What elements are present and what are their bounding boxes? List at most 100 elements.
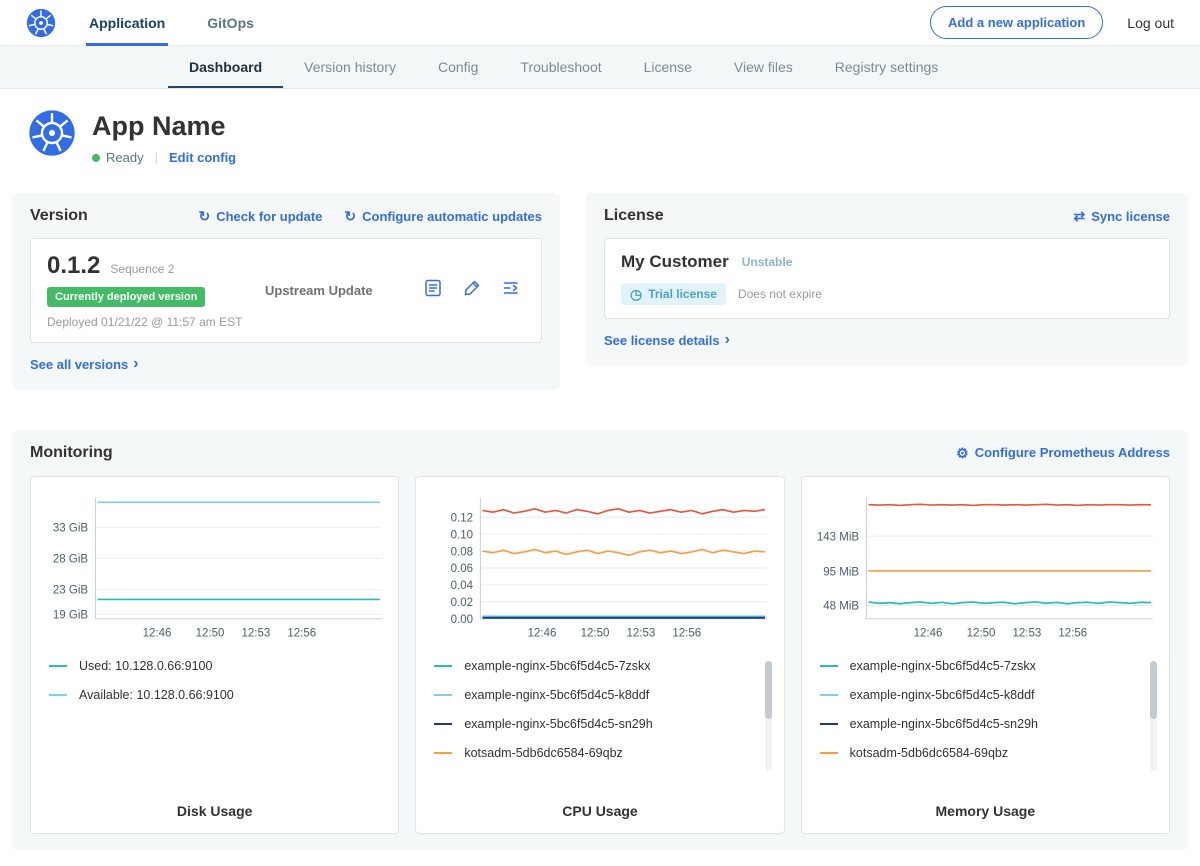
deployed-timestamp: Deployed 01/21/22 @ 11:57 am EST: [47, 315, 265, 329]
chart-plot: 0.120.100.080.060.040.020.0012:4612:5012…: [426, 489, 773, 646]
legend-scrollbar[interactable]: [765, 661, 772, 771]
disk-usage-legend: Used: 10.128.0.66:9100Available: 10.128.…: [49, 659, 386, 793]
monitoring-panel: Monitoring ⚙ Configure Prometheus Addres…: [12, 430, 1188, 851]
app-sub-nav: Dashboard Version history Config Trouble…: [0, 46, 1200, 89]
legend-label: kotsadm-5db6dc6584-69qbz: [464, 746, 622, 760]
view-diff-icon[interactable]: [501, 278, 521, 303]
see-all-versions-link[interactable]: See all versions ›: [30, 356, 139, 372]
svg-text:12:53: 12:53: [1012, 627, 1041, 639]
legend-item: Available: 10.128.0.66:9100: [49, 688, 370, 702]
svg-text:12:50: 12:50: [966, 627, 995, 639]
chevron-right-icon: ›: [133, 356, 138, 372]
configure-automatic-updates-label: Configure automatic updates: [362, 209, 542, 224]
svg-text:12:56: 12:56: [287, 627, 316, 639]
svg-text:12:53: 12:53: [242, 627, 271, 639]
legend-swatch: [434, 694, 452, 696]
legend-swatch: [434, 723, 452, 725]
disk-usage-chart-card: 33 GiB28 GiB23 GiB19 GiB12:4612:5012:531…: [30, 476, 399, 835]
legend-label: example-nginx-5bc6f5d4c5-k8ddf: [850, 688, 1035, 702]
chart-plot: 143 MiB95 MiB48 MiB12:4612:5012:5312:56: [812, 489, 1159, 646]
subnav-license[interactable]: License: [623, 46, 713, 88]
logout-link[interactable]: Log out: [1127, 15, 1174, 31]
legend-scrollbar-thumb[interactable]: [765, 661, 772, 719]
cpu-usage-legend[interactable]: example-nginx-5bc6f5d4c5-7zskx example-ng…: [434, 659, 771, 793]
svg-text:0.02: 0.02: [451, 596, 473, 608]
edit-config-link[interactable]: Edit config: [169, 150, 236, 165]
license-card-title: License: [604, 207, 664, 225]
chevron-right-icon: ›: [725, 332, 730, 348]
status-dot: [92, 154, 100, 162]
sync-icon: ⇄: [1073, 209, 1085, 223]
legend-scrollbar[interactable]: [1150, 661, 1157, 771]
license-expiration: Does not expire: [738, 287, 822, 301]
svg-text:0.06: 0.06: [451, 563, 473, 575]
configure-prometheus-link[interactable]: ⚙ Configure Prometheus Address: [956, 445, 1170, 460]
subnav-troubleshoot[interactable]: Troubleshoot: [499, 46, 622, 88]
svg-text:143 MiB: 143 MiB: [817, 531, 860, 543]
kubernetes-logo-icon[interactable]: [26, 8, 56, 38]
sync-license-label: Sync license: [1091, 209, 1170, 224]
svg-text:12:56: 12:56: [1058, 627, 1087, 639]
legend-item: example-nginx-5bc6f5d4c5-7zskx: [434, 659, 755, 673]
status-text: Ready: [106, 150, 144, 165]
sync-license-link[interactable]: ⇄ Sync license: [1073, 209, 1170, 224]
svg-text:12:50: 12:50: [196, 627, 225, 639]
deployed-badge: Currently deployed version: [47, 287, 205, 307]
check-for-update-label: Check for update: [216, 209, 322, 224]
app-logo-icon: [28, 109, 76, 157]
legend-swatch: [434, 665, 452, 667]
subnav-version-history[interactable]: Version history: [283, 46, 417, 88]
configure-automatic-updates-link[interactable]: ↻ Configure automatic updates: [344, 209, 542, 224]
see-license-details-label: See license details: [604, 333, 720, 348]
legend-label: example-nginx-5bc6f5d4c5-k8ddf: [464, 688, 649, 702]
gear-icon: ⚙: [956, 446, 969, 460]
add-application-button[interactable]: Add a new application: [930, 6, 1103, 39]
svg-text:95 MiB: 95 MiB: [823, 566, 859, 578]
svg-text:12:53: 12:53: [627, 627, 656, 639]
license-channel: Unstable: [742, 255, 793, 269]
legend-label: example-nginx-5bc6f5d4c5-sn29h: [464, 717, 652, 731]
legend-swatch: [434, 752, 452, 754]
svg-text:23 GiB: 23 GiB: [53, 584, 88, 596]
svg-text:12:46: 12:46: [528, 627, 557, 639]
subnav-config[interactable]: Config: [417, 46, 499, 88]
legend-item: kotsadm-5db6dc6584-69qbz: [820, 746, 1141, 760]
svg-text:12:56: 12:56: [673, 627, 702, 639]
memory-usage-legend[interactable]: example-nginx-5bc6f5d4c5-7zskx example-ng…: [820, 659, 1157, 793]
legend-label: Available: 10.128.0.66:9100: [79, 688, 234, 702]
svg-text:33 GiB: 33 GiB: [53, 522, 88, 534]
check-for-update-link[interactable]: ↻ Check for update: [198, 209, 322, 224]
auto-update-icon: ↻: [344, 209, 356, 223]
clock-icon: ◷: [630, 287, 642, 301]
subnav-view-files[interactable]: View files: [713, 46, 814, 88]
current-version-box: 0.1.2 Sequence 2 Currently deployed vers…: [30, 238, 542, 343]
legend-scrollbar-thumb[interactable]: [1150, 661, 1157, 719]
cpu-usage-chart-card: 0.120.100.080.060.040.020.0012:4612:5012…: [415, 476, 784, 835]
legend-label: example-nginx-5bc6f5d4c5-7zskx: [850, 659, 1036, 673]
nav-tab-application[interactable]: Application: [86, 0, 168, 46]
primary-nav: Application GitOps: [86, 0, 293, 46]
legend-item: example-nginx-5bc6f5d4c5-sn29h: [820, 717, 1141, 731]
svg-text:19 GiB: 19 GiB: [53, 609, 88, 621]
release-notes-icon[interactable]: [423, 278, 443, 303]
subnav-dashboard[interactable]: Dashboard: [168, 46, 283, 88]
chart-plot: 33 GiB28 GiB23 GiB19 GiB12:4612:5012:531…: [41, 489, 388, 646]
svg-text:0.08: 0.08: [451, 546, 473, 558]
svg-text:12:46: 12:46: [913, 627, 942, 639]
legend-swatch: [820, 752, 838, 754]
page-title: App Name: [92, 111, 236, 142]
charts-row: 33 GiB28 GiB23 GiB19 GiB12:4612:5012:531…: [30, 476, 1170, 835]
svg-text:0.04: 0.04: [451, 580, 474, 592]
subnav-registry-settings[interactable]: Registry settings: [814, 46, 959, 88]
legend-item: example-nginx-5bc6f5d4c5-sn29h: [434, 717, 755, 731]
legend-swatch: [820, 694, 838, 696]
svg-text:0.00: 0.00: [451, 613, 473, 625]
monitoring-title: Monitoring: [30, 444, 113, 462]
nav-tab-gitops[interactable]: GitOps: [204, 0, 257, 46]
memory-usage-chart-card: 143 MiB95 MiB48 MiB12:4612:5012:5312:56 …: [801, 476, 1170, 835]
edit-config-icon[interactable]: [462, 278, 482, 303]
legend-item: kotsadm-5db6dc6584-69qbz: [434, 746, 755, 760]
app-header: App Name Ready | Edit config: [0, 89, 1200, 177]
legend-item: example-nginx-5bc6f5d4c5-7zskx: [820, 659, 1141, 673]
see-license-details-link[interactable]: See license details ›: [604, 332, 730, 348]
